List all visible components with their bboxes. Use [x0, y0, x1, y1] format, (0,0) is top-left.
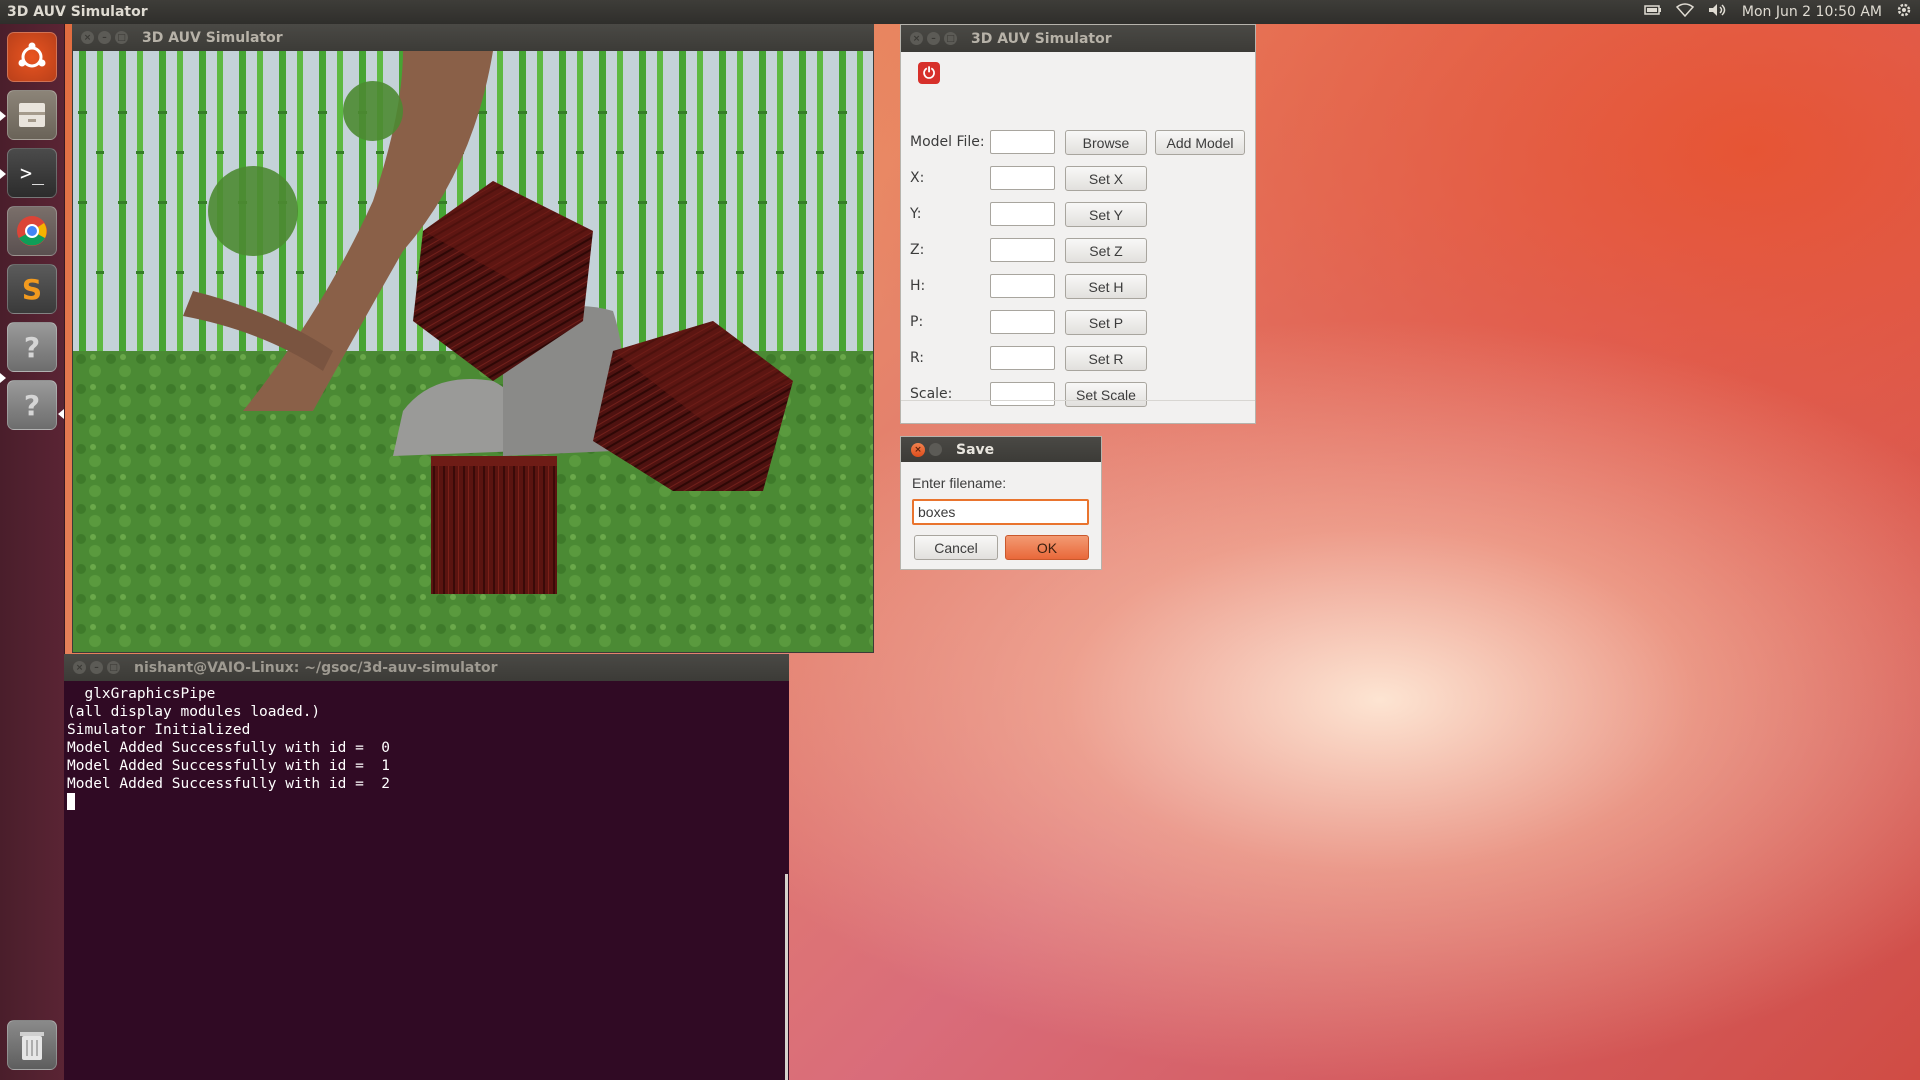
- control-panel-body: ⏻ Model File: Browse Add Model X: Set X …: [901, 52, 1255, 423]
- z-label: Z:: [910, 242, 925, 258]
- h-input[interactable]: [990, 274, 1055, 298]
- sublime-glyph: S: [21, 272, 43, 306]
- set-x-button[interactable]: Set X: [1065, 166, 1147, 191]
- save-dialog: × Save Enter filename: Cancel OK: [900, 436, 1102, 570]
- maximize-icon[interactable]: □: [944, 32, 957, 45]
- window-title: 3D AUV Simulator: [971, 30, 1112, 47]
- set-y-button[interactable]: Set Y: [1065, 202, 1147, 227]
- terminal-line: Model Added Successfully with id = 2: [67, 776, 391, 792]
- wifi-icon[interactable]: [1675, 3, 1694, 21]
- terminal-line: glxGraphicsPipe: [67, 686, 216, 702]
- model-file-label: Model File:: [910, 134, 985, 150]
- chrome-icon[interactable]: [7, 206, 57, 256]
- x-label: X:: [910, 170, 925, 186]
- scale-row: Scale: Set Scale: [901, 382, 1255, 408]
- running-indicator: [0, 169, 6, 179]
- terminal-glyph: >_: [19, 161, 45, 185]
- terminal-line: Model Added Successfully with id = 0: [67, 740, 391, 756]
- power-icon[interactable]: ⏻: [918, 62, 940, 84]
- unknown-glyph: ?: [23, 330, 41, 364]
- set-scale-button[interactable]: Set Scale: [1065, 382, 1147, 407]
- volume-icon[interactable]: [1708, 3, 1728, 21]
- close-icon[interactable]: ×: [910, 32, 923, 45]
- window-titlebar[interactable]: × – □ nishant@VAIO-Linux: ~/gsoc/3d-auv-…: [64, 654, 789, 681]
- minimize-icon[interactable]: –: [98, 31, 111, 44]
- model-file-row: Model File: Browse Add Model: [901, 130, 1255, 156]
- minimize-icon[interactable]: [929, 443, 942, 456]
- set-h-button[interactable]: Set H: [1065, 274, 1147, 299]
- set-r-button[interactable]: Set R: [1065, 346, 1147, 371]
- terminal-line: (all display modules loaded.): [67, 704, 321, 720]
- p-label: P:: [910, 314, 924, 330]
- control-panel-window: × – □ 3D AUV Simulator ⏻ Model File: Bro…: [900, 24, 1256, 424]
- y-row: Y: Set Y: [901, 202, 1255, 228]
- p-input[interactable]: [990, 310, 1055, 334]
- simulator-viewport-window: × – □ 3D AUV Simulator: [72, 24, 874, 653]
- trash-icon[interactable]: [7, 1020, 57, 1070]
- set-p-button[interactable]: Set P: [1065, 310, 1147, 335]
- browse-button[interactable]: Browse: [1065, 130, 1147, 155]
- set-z-button[interactable]: Set Z: [1065, 238, 1147, 263]
- terminal-window: × – □ nishant@VAIO-Linux: ~/gsoc/3d-auv-…: [64, 654, 789, 1080]
- files-icon[interactable]: [7, 90, 57, 140]
- clock[interactable]: Mon Jun 2 10:50 AM: [1742, 4, 1882, 20]
- scrollbar[interactable]: [785, 874, 788, 1080]
- minimize-icon[interactable]: –: [90, 661, 103, 674]
- top-panel: 3D AUV Simulator Mon Jun 2 10:50 AM: [0, 0, 1920, 24]
- scene-render: [73, 51, 873, 652]
- r-label: R:: [910, 350, 925, 366]
- z-input[interactable]: [990, 238, 1055, 262]
- window-titlebar[interactable]: × – □ 3D AUV Simulator: [72, 24, 874, 51]
- battery-icon[interactable]: [1644, 4, 1662, 20]
- unknown-glyph: ?: [23, 388, 41, 422]
- maximize-icon[interactable]: □: [115, 31, 128, 44]
- running-indicator: [0, 373, 6, 383]
- dialog-title: Save: [956, 441, 995, 458]
- cancel-button[interactable]: Cancel: [914, 535, 998, 560]
- y-label: Y:: [910, 206, 922, 222]
- p-row: P: Set P: [901, 310, 1255, 336]
- unknown-app-icon[interactable]: ?: [7, 380, 57, 430]
- h-label: H:: [910, 278, 926, 294]
- sublime-text-icon[interactable]: S: [7, 264, 57, 314]
- window-title: 3D AUV Simulator: [142, 29, 283, 46]
- h-row: H: Set H: [901, 274, 1255, 300]
- settings-gear-icon[interactable]: [1896, 2, 1912, 22]
- terminal-line: Simulator Initialized: [67, 722, 251, 738]
- terminal-icon[interactable]: >_: [7, 148, 57, 198]
- active-app-title: 3D AUV Simulator: [7, 4, 148, 20]
- window-titlebar[interactable]: × – □ 3D AUV Simulator: [901, 25, 1255, 52]
- x-row: X: Set X: [901, 166, 1255, 192]
- dialog-titlebar[interactable]: × Save: [901, 437, 1101, 462]
- window-title: nishant@VAIO-Linux: ~/gsoc/3d-auv-simula…: [134, 659, 498, 676]
- r-input[interactable]: [990, 346, 1055, 370]
- 3d-viewport[interactable]: [73, 51, 873, 652]
- model-file-input[interactable]: [990, 130, 1055, 154]
- scale-input[interactable]: [990, 382, 1055, 406]
- running-indicator: [0, 111, 6, 121]
- ubuntu-dash-icon[interactable]: [7, 32, 57, 82]
- terminal-cursor: [67, 793, 75, 810]
- terminal-output[interactable]: glxGraphicsPipe (all display modules load…: [67, 685, 785, 1080]
- filename-prompt: Enter filename:: [912, 475, 1007, 491]
- divider: [901, 400, 1255, 401]
- focus-indicator: [58, 409, 64, 419]
- launcher: >_ S ? ?: [0, 24, 65, 1080]
- x-input[interactable]: [990, 166, 1055, 190]
- minimize-icon[interactable]: –: [927, 32, 940, 45]
- filename-input[interactable]: [912, 499, 1089, 525]
- close-icon[interactable]: ×: [73, 661, 86, 674]
- r-row: R: Set R: [901, 346, 1255, 372]
- add-model-button[interactable]: Add Model: [1155, 130, 1245, 155]
- close-icon[interactable]: ×: [81, 31, 94, 44]
- z-row: Z: Set Z: [901, 238, 1255, 264]
- ok-button[interactable]: OK: [1005, 535, 1089, 560]
- y-input[interactable]: [990, 202, 1055, 226]
- close-icon[interactable]: ×: [911, 442, 925, 457]
- terminal-line: Model Added Successfully with id = 1: [67, 758, 391, 774]
- indicator-area: Mon Jun 2 10:50 AM: [1644, 0, 1920, 24]
- maximize-icon[interactable]: □: [107, 661, 120, 674]
- unknown-app-icon[interactable]: ?: [7, 322, 57, 372]
